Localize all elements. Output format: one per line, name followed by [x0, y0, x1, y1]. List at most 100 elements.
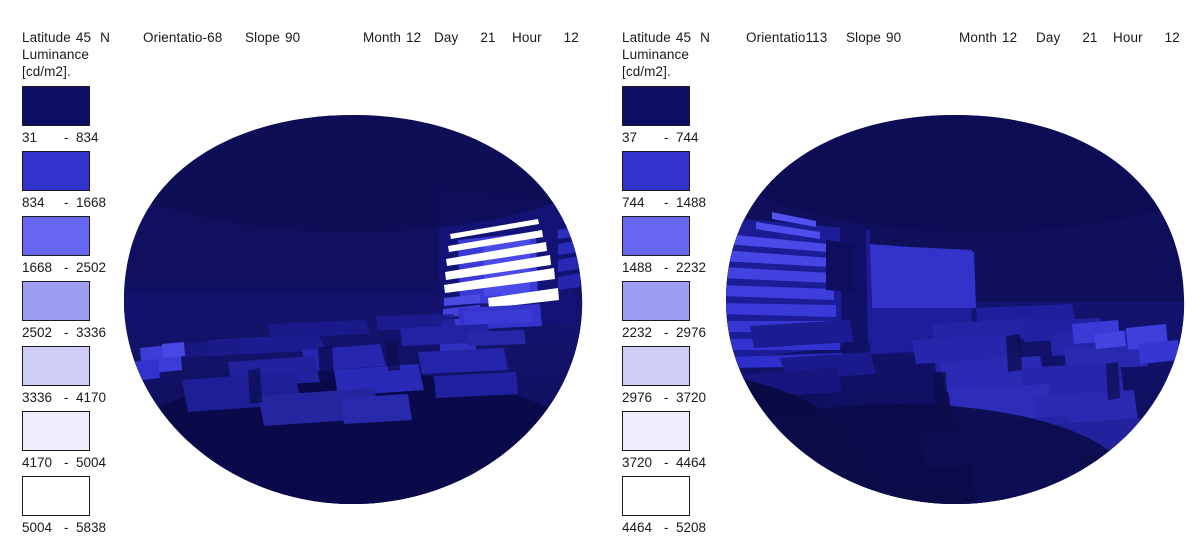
fisheye-svg-right — [725, 115, 1185, 504]
day-label: Day — [434, 30, 459, 45]
legend-range-label: 744 -1488 — [622, 194, 706, 211]
legend-range-dash: - — [64, 390, 69, 405]
legend-range-high: 2976 — [676, 325, 707, 340]
legend-swatch — [622, 411, 690, 451]
hour-label: Hour — [512, 30, 542, 45]
equipment-highlight — [1094, 331, 1126, 349]
header-hour: Hour 12 — [512, 30, 579, 45]
legend-range-label: 3720-4464 — [622, 454, 706, 471]
panel-left: Latitude 45 N Luminance [cd/m2]. Orientati… — [0, 0, 600, 553]
legend-range-high: 3336 — [76, 325, 107, 340]
header-hour: Hour 12 — [1113, 30, 1180, 45]
legend-range-dash: - — [664, 195, 669, 210]
header-latitude: Latitude 45 N — [622, 30, 710, 45]
legend-entry: 31 -834 — [22, 86, 106, 146]
legend-range-dash: - — [64, 325, 69, 340]
latitude-value: 45 — [75, 30, 92, 45]
legend-swatch — [622, 151, 690, 191]
legend-swatch — [622, 346, 690, 386]
header-orientation: Orientatio113 — [746, 30, 827, 45]
legend-range-high: 5004 — [76, 455, 107, 470]
luminance-label: Luminance — [22, 47, 89, 62]
legend-range-low: 3336 — [22, 390, 53, 405]
legend-range-label: 1488-2232 — [622, 259, 706, 276]
luminance-unit-label: [cd/m2]. — [622, 64, 671, 79]
header-slope: Slope 90 — [846, 30, 901, 45]
legend-range-high: 5208 — [676, 520, 707, 535]
legend-range-label: 3336-4170 — [22, 389, 106, 406]
legend-swatch — [22, 216, 90, 256]
orientation-label: Orientatio — [143, 30, 203, 45]
legend-entry: 1488-2232 — [622, 216, 706, 276]
legend-range-low: 37 — [622, 130, 638, 145]
legend-range-label: 31 -834 — [22, 129, 106, 146]
orientation-label: Orientatio — [746, 30, 806, 45]
orientation-value: -68 — [202, 30, 223, 45]
hour-value: 12 — [1164, 30, 1180, 45]
month-label: Month — [363, 30, 402, 45]
equipment-panel — [1138, 340, 1180, 364]
legend-range-label: 2502-3336 — [22, 324, 106, 341]
legend-range-low: 1488 — [622, 260, 653, 275]
legend-swatch — [622, 476, 690, 516]
legend-range-dash: - — [664, 130, 669, 145]
legend-entry: 3720-4464 — [622, 411, 706, 471]
legend-range-label: 2976-3720 — [622, 389, 706, 406]
fisheye-scene-left — [123, 115, 583, 504]
partition-shadow — [386, 341, 400, 371]
fisheye-scene-right — [725, 115, 1185, 504]
month-value: 12 — [1002, 30, 1018, 45]
luminance-legend: 37-744 744-1488 1488-2232 2232-2976 2976-372… — [622, 86, 706, 541]
legend-swatch — [22, 411, 90, 451]
partition-shadow — [318, 346, 334, 380]
partition-shadow — [1106, 362, 1120, 400]
legend-swatch — [622, 86, 690, 126]
column-shadow — [826, 240, 854, 292]
slope-label: Slope — [245, 30, 281, 45]
legend-entry: 4464-5208 — [622, 476, 706, 536]
orientation-value: 113 — [805, 30, 828, 45]
slope-value: 90 — [285, 30, 301, 45]
legend-swatch — [22, 346, 90, 386]
legend-range-high: 744 — [676, 130, 699, 145]
partition-shadow — [1006, 334, 1022, 372]
legend-range-dash: - — [664, 260, 669, 275]
header-orientation: Orientatio-68 — [143, 30, 222, 45]
legend-range-low: 4464 — [622, 520, 653, 535]
hemisphere-label: N — [700, 30, 710, 45]
legend-swatch — [622, 216, 690, 256]
legend-entry: 4170-5004 — [22, 411, 106, 471]
luminance-comparison-figure: Latitude 45 N Luminance [cd/m2]. Orientati… — [0, 0, 1200, 553]
legend-range-dash: - — [64, 455, 69, 470]
legend-range-label: 4170-5004 — [22, 454, 106, 471]
legend-range-dash: - — [664, 455, 669, 470]
legend-range-high: 5838 — [76, 520, 107, 535]
legend-range-low: 834 — [22, 195, 45, 210]
day-value: 21 — [1082, 30, 1098, 45]
hemisphere-label: N — [100, 30, 110, 45]
legend-entry: 744 -1488 — [622, 151, 706, 211]
legend-range-low: 5004 — [22, 520, 53, 535]
latitude-label: Latitude — [622, 30, 671, 45]
legend-swatch — [22, 151, 90, 191]
latitude-label: Latitude — [22, 30, 71, 45]
hour-label: Hour — [1113, 30, 1143, 45]
legend-range-dash: - — [64, 130, 69, 145]
legend-range-low: 2976 — [622, 390, 653, 405]
legend-entry: 2976-3720 — [622, 346, 706, 406]
legend-range-label: 2232-2976 — [622, 324, 706, 341]
legend-swatch — [22, 281, 90, 321]
legend-range-high: 4170 — [76, 390, 107, 405]
partition-shadow — [248, 368, 262, 404]
legend-range-high: 4464 — [676, 455, 707, 470]
month-label: Month — [959, 30, 998, 45]
legend-entry: 834 -1668 — [22, 151, 106, 211]
fisheye-luminance-rendering-left — [118, 112, 588, 512]
header-latitude: Latitude 45 N — [22, 30, 110, 45]
legend-swatch — [22, 476, 90, 516]
month-value: 12 — [406, 30, 422, 45]
legend-range-high: 1668 — [76, 195, 107, 210]
slope-value: 90 — [886, 30, 902, 45]
panel-right: Latitude 45 N Luminance [cd/m2]. Orientati… — [600, 0, 1200, 553]
legend-range-label: 37 -744 — [622, 129, 706, 146]
